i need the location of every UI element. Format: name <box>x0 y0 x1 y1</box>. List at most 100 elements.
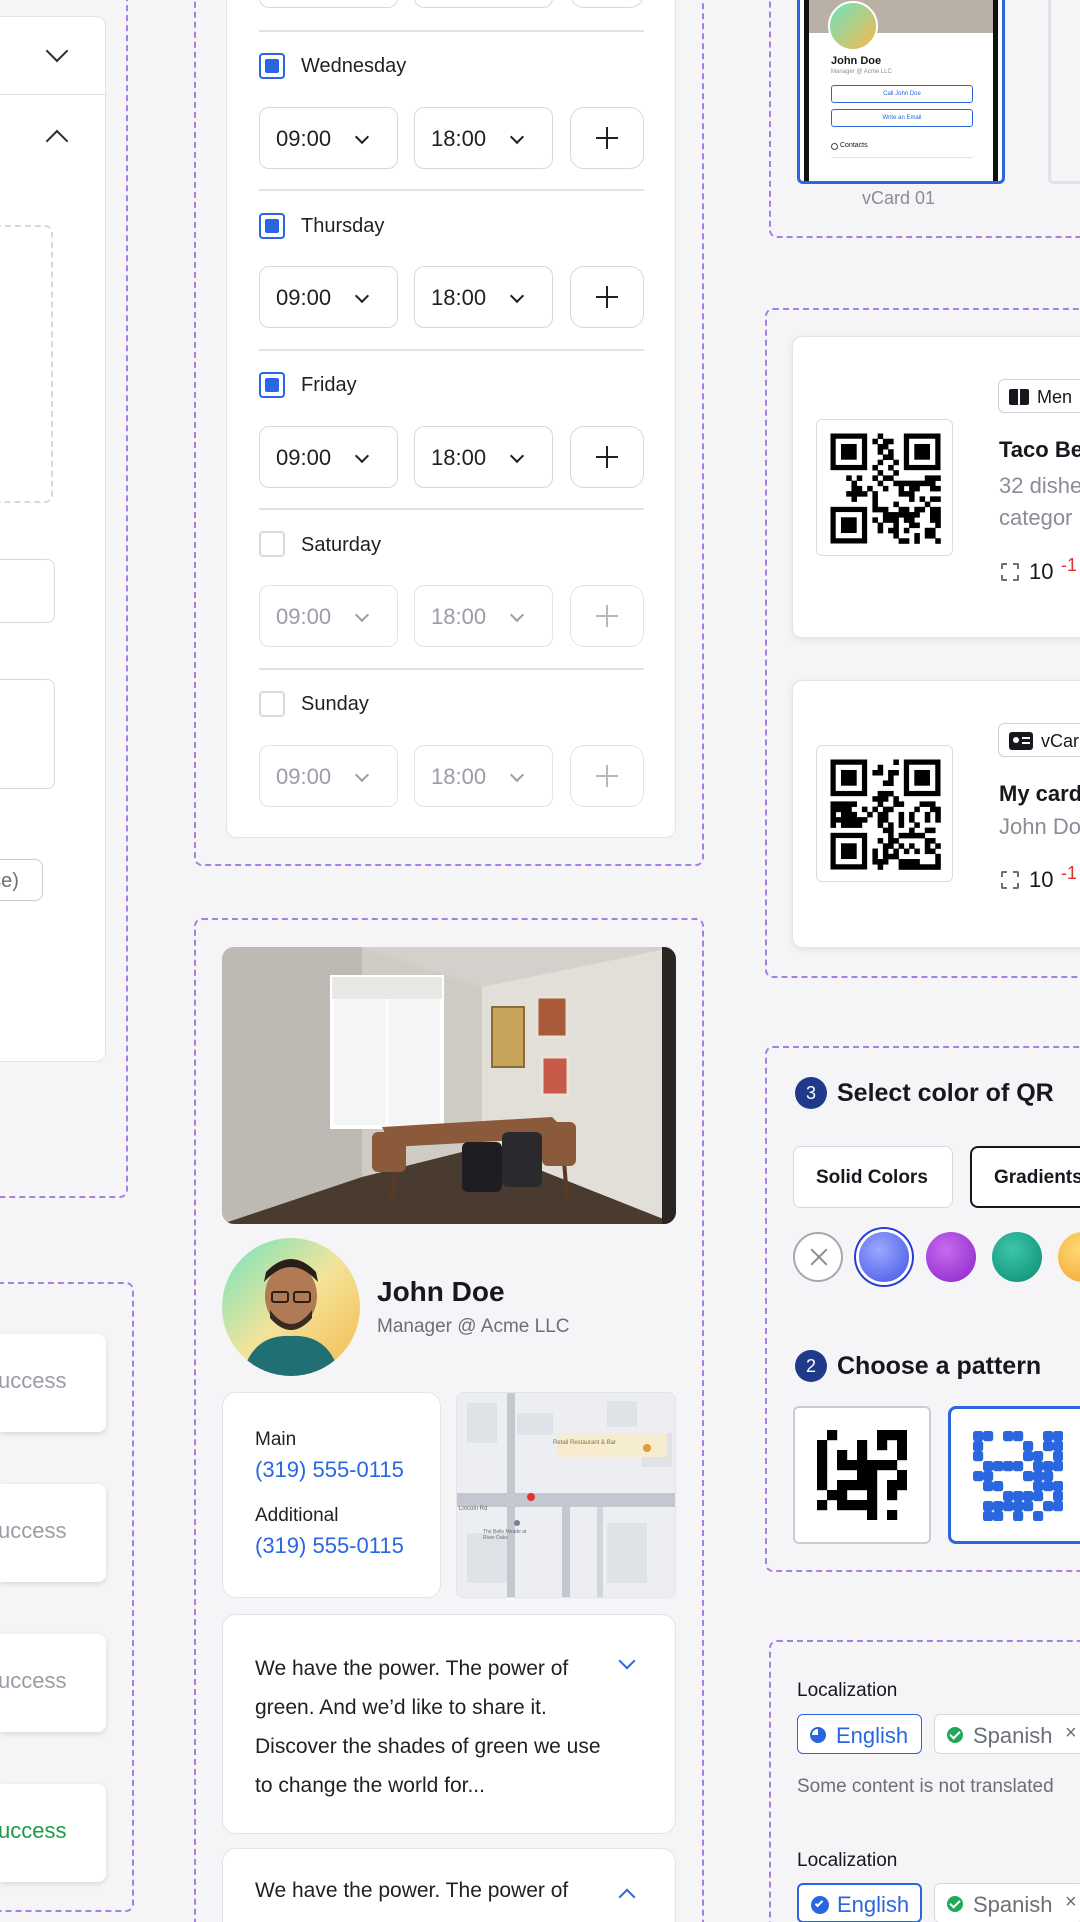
chevron-up-icon[interactable] <box>618 1888 636 1906</box>
swatch-teal[interactable] <box>992 1232 1042 1282</box>
chevron-down-icon <box>509 448 525 464</box>
about-card-collapsed[interactable]: We have the power. The power of green. A… <box>222 1614 676 1834</box>
about-text: We have the power. The power of <box>255 1879 569 1902</box>
upload-dropzone[interactable]: y <box>0 225 53 503</box>
prev-row-remnant <box>414 0 553 8</box>
swatch-none[interactable] <box>793 1232 843 1282</box>
scan-count: 10 <box>1029 867 1054 892</box>
chevron-down-icon <box>354 448 370 464</box>
location-map[interactable]: Retail Restaurant & Bar Lincoln Rd The B… <box>456 1392 676 1598</box>
pattern-option-2[interactable] <box>948 1406 1080 1544</box>
room-illustration <box>222 947 676 1224</box>
day-checkbox-saturday[interactable] <box>259 531 285 557</box>
prev-row-remnant <box>259 0 398 8</box>
lang-chip-english-active[interactable]: English <box>797 1714 922 1754</box>
add-interval-button[interactable] <box>570 745 644 807</box>
info-icon <box>831 143 838 150</box>
about-text: We have the power. The power of green. A… <box>255 1657 601 1797</box>
step-number: 3 <box>795 1077 827 1109</box>
lang-chip-english-complete[interactable]: English <box>797 1883 922 1922</box>
from-time-select[interactable]: 09:00 <box>259 585 398 647</box>
prev-row-remnant <box>570 0 644 8</box>
qr-desc: John Do <box>999 814 1080 839</box>
from-time-select[interactable]: 09:00 <box>259 266 398 328</box>
type-tag: vCar <box>998 723 1080 757</box>
vcard-call-button[interactable]: Call John Doe <box>831 85 973 103</box>
day-label: Thursday <box>301 215 385 237</box>
localization-note: Some content is not translated <box>797 1776 1054 1797</box>
scan-icon <box>1001 871 1019 889</box>
qr-card-vcard[interactable]: vCar My card John Do 10 -1 <box>792 680 1080 948</box>
day-checkbox-sunday[interactable] <box>259 691 285 717</box>
chevron-down-icon <box>354 129 370 145</box>
accordion-header-collapsed[interactable] <box>0 17 107 95</box>
vcard-name: John Doe <box>831 55 882 67</box>
pattern-preview <box>973 1431 1063 1521</box>
map-label: The Belle Meade at River Oaks <box>483 1529 527 1541</box>
vcard-phone-frame[interactable]: John Doe Manager @ Acme LLC Call John Do… <box>797 0 1005 184</box>
to-time-select[interactable]: 18:00 <box>414 266 553 328</box>
add-interval-button[interactable] <box>570 585 644 647</box>
chevron-down-icon[interactable] <box>618 1652 636 1670</box>
phone-number-main[interactable]: (319) 555-0115 <box>255 1457 404 1483</box>
day-label: Friday <box>301 374 357 396</box>
chip[interactable]: ose) <box>0 859 43 901</box>
to-time-select[interactable]: 18:00 <box>414 745 553 807</box>
profile-role: Manager @ Acme LLC <box>377 1316 570 1337</box>
lang-chip-spanish[interactable]: Spanish × <box>934 1714 1080 1754</box>
textarea-input[interactable] <box>0 679 55 789</box>
pattern-option-1[interactable] <box>793 1406 931 1544</box>
swatch-purple[interactable] <box>926 1232 976 1282</box>
tab-solid-colors[interactable]: Solid Colors <box>793 1146 953 1208</box>
day-checkbox-wednesday[interactable] <box>259 53 285 79</box>
vcard-divider <box>831 157 973 158</box>
to-time-select[interactable]: 18:00 <box>414 107 553 169</box>
to-time-select[interactable]: 18:00 <box>414 585 553 647</box>
section-title-pattern: Choose a pattern <box>837 1352 1042 1380</box>
from-time-select[interactable]: 09:00 <box>259 745 398 807</box>
close-icon[interactable]: × <box>1065 1891 1077 1914</box>
lang-chip-spanish[interactable]: Spanish × <box>934 1883 1080 1922</box>
to-time-select[interactable]: 18:00 <box>414 426 553 488</box>
accordion-header-expanded[interactable] <box>0 95 107 173</box>
day-checkbox-friday[interactable] <box>259 372 285 398</box>
divider <box>259 668 644 670</box>
scan-delta: -1 <box>1061 555 1078 575</box>
from-time-select[interactable]: 09:00 <box>259 426 398 488</box>
swatch-blue[interactable] <box>859 1232 909 1282</box>
from-time-select[interactable]: 09:00 <box>259 107 398 169</box>
step-number: 2 <box>795 1350 827 1382</box>
avatar-illustration <box>222 1238 360 1376</box>
divider <box>259 508 644 510</box>
map-label: Retail Restaurant & Bar <box>553 1440 617 1446</box>
notification-success-4[interactable]: uccess <box>0 1784 106 1882</box>
about-card-expanded[interactable]: We have the power. The power of <box>222 1848 676 1922</box>
qr-card-menu[interactable]: Men Taco Be 32 dishe categor 10 -1 <box>792 336 1080 638</box>
add-interval-button[interactable] <box>570 266 644 328</box>
notification-success-3[interactable]: uccess <box>0 1634 106 1732</box>
close-icon[interactable]: × <box>1065 1722 1077 1745</box>
scan-count: 10 <box>1029 559 1054 584</box>
pattern-preview <box>817 1430 907 1520</box>
vcard-email-button[interactable]: Write an Email <box>831 109 973 127</box>
notification-success-2[interactable]: uccess <box>0 1484 106 1582</box>
text-input[interactable] <box>0 559 55 623</box>
cover-photo <box>222 947 676 1224</box>
phone-number-additional[interactable]: (319) 555-0115 <box>255 1533 404 1559</box>
add-interval-button[interactable] <box>570 107 644 169</box>
localization-label: Localization <box>797 1680 898 1701</box>
vcard-avatar <box>828 1 878 51</box>
day-label: Sunday <box>301 693 369 715</box>
chevron-down-icon <box>509 607 525 623</box>
qr-desc: categor <box>999 505 1073 530</box>
phones-card: Main (319) 555-0115 Additional (319) 555… <box>222 1392 441 1598</box>
chevron-down-icon <box>354 288 370 304</box>
id-card-icon <box>1009 732 1033 750</box>
tab-gradients[interactable]: Gradients <box>970 1146 1080 1208</box>
notification-success-1[interactable]: uccess <box>0 1334 106 1432</box>
next-template-frame <box>1048 0 1080 184</box>
profile-name: John Doe <box>377 1276 505 1307</box>
day-checkbox-thursday[interactable] <box>259 213 285 239</box>
add-interval-button[interactable] <box>570 426 644 488</box>
vcard-caption: vCard 01 <box>862 188 936 208</box>
